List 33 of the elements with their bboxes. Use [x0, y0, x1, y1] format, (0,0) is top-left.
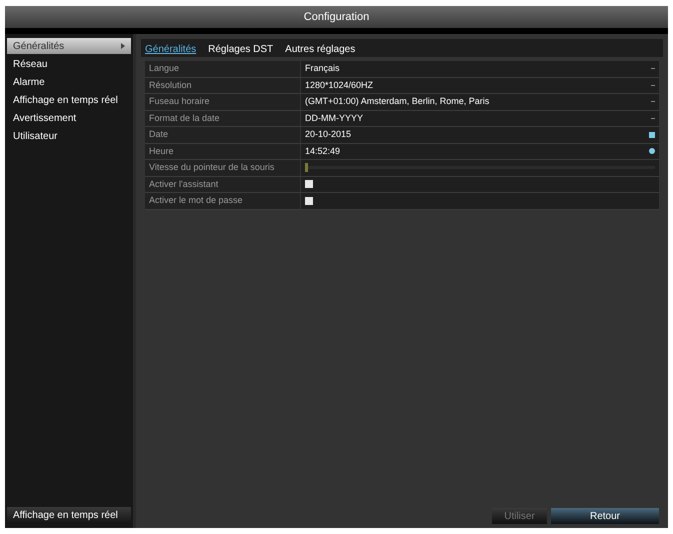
checkbox[interactable] — [305, 180, 313, 188]
setting-label: Activer le mot de passe — [145, 193, 300, 208]
arrow-icon — [121, 43, 125, 49]
setting-label: Vitesse du pointeur de la souris — [145, 160, 300, 176]
sidebar-item[interactable]: Généralités — [7, 38, 131, 54]
dropdown[interactable]: DD-MM-YYYY — [301, 110, 659, 126]
action-button[interactable]: Retour — [551, 508, 659, 524]
calendar-icon[interactable] — [649, 132, 655, 138]
time-field[interactable]: 14:52:49 — [301, 144, 659, 159]
setting-label: Heure — [145, 144, 300, 159]
tab[interactable]: Autres réglages — [285, 41, 356, 57]
checkbox[interactable] — [305, 196, 313, 205]
dropdown[interactable]: Français — [301, 61, 659, 76]
slider-thumb[interactable] — [305, 163, 308, 172]
sidebar-item[interactable]: Avertissement — [7, 110, 131, 126]
setting-label: Résolution — [145, 78, 300, 93]
sidebar-item[interactable]: Alarme — [7, 74, 131, 90]
window-title: Configuration — [304, 10, 370, 25]
sidebar-item[interactable]: Affichage en temps réel — [7, 92, 131, 108]
date-field[interactable]: 20-10-2015 — [301, 127, 659, 142]
tab[interactable]: Généralités — [145, 41, 196, 57]
sidebar-item[interactable]: Utilisateur — [7, 128, 131, 144]
sidebar-item[interactable]: Réseau — [7, 56, 131, 72]
tab[interactable]: Réglages DST — [208, 41, 274, 57]
setting-label: Langue — [145, 61, 300, 76]
setting-label: Format de la date — [145, 110, 300, 126]
setting-label: Activer l'assistant — [145, 176, 300, 192]
setting-label: Fuseau horaire — [145, 94, 300, 110]
live-view-button[interactable]: Affichage en temps réel — [7, 507, 131, 524]
setting-label: Date — [145, 127, 300, 142]
dropdown[interactable]: (GMT+01:00) Amsterdam, Berlin, Rome, Paris — [301, 94, 659, 110]
clock-icon[interactable] — [649, 148, 655, 154]
dropdown[interactable]: 1280*1024/60HZ — [301, 78, 659, 93]
